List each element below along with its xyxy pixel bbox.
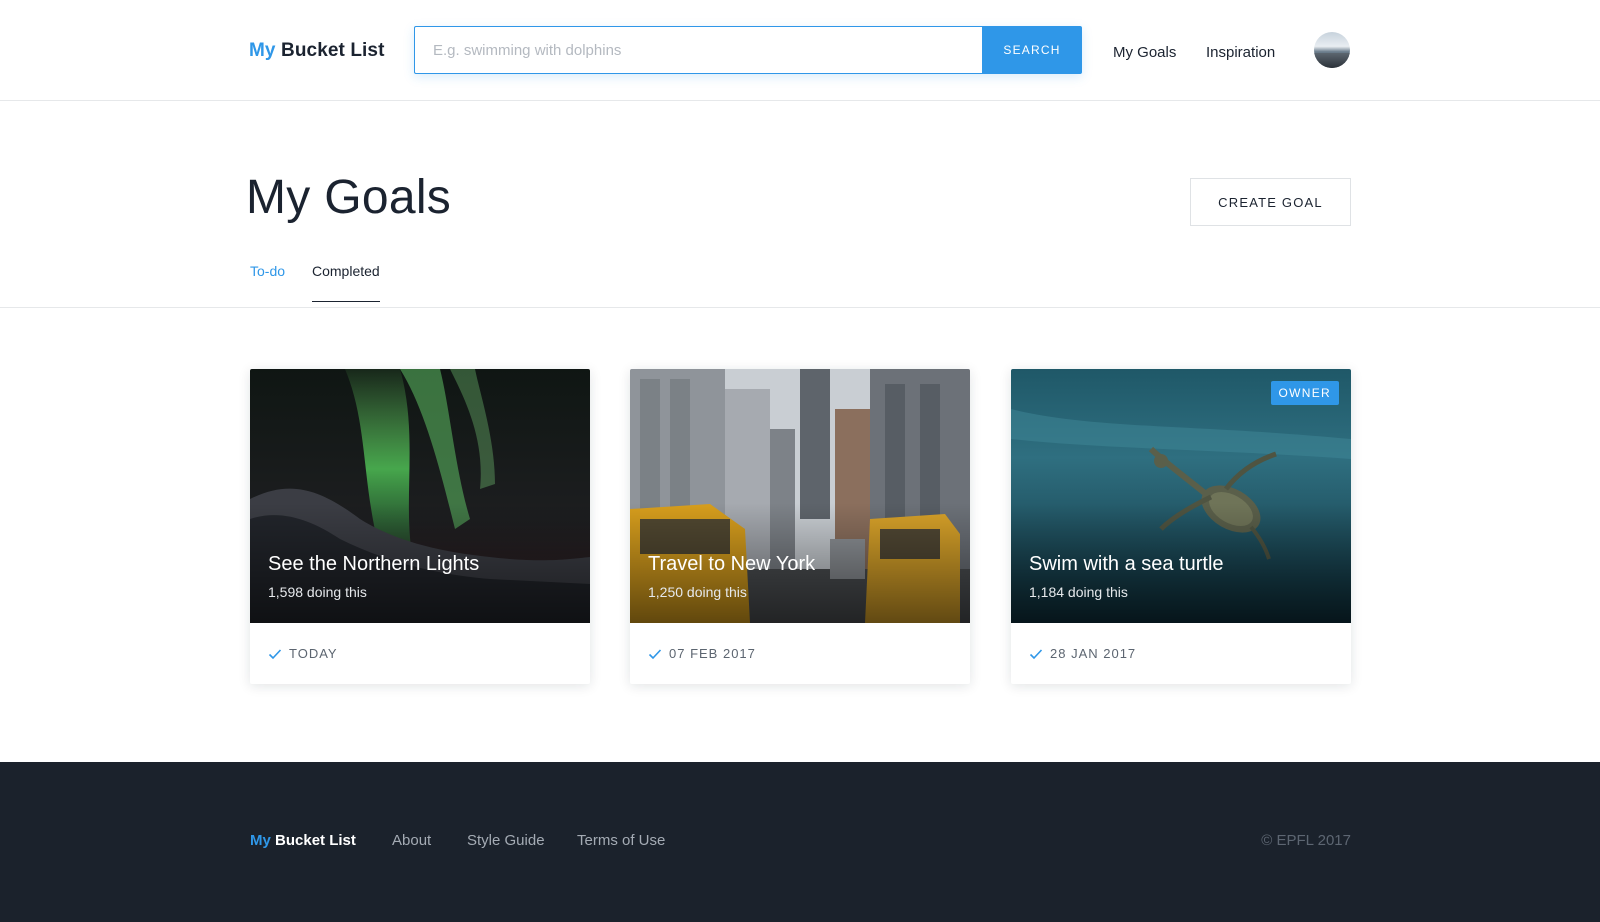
page-title: My Goals — [246, 171, 452, 224]
card-date: TODAY — [289, 646, 338, 661]
footer-logo-bucket-list: Bucket List — [275, 832, 356, 849]
card-footer: 07 FEB 2017 — [630, 623, 970, 684]
goal-card[interactable]: OWNER Swim with a sea turtle 1,184 doing… — [1011, 369, 1351, 684]
card-image: Travel to New York 1,250 doing this — [630, 369, 970, 623]
search-input[interactable] — [414, 26, 982, 74]
check-icon — [268, 648, 282, 659]
goal-tabs: To-do Completed — [0, 250, 1600, 308]
search-bar: SEARCH — [414, 26, 1082, 74]
nav-my-goals[interactable]: My Goals — [1113, 44, 1176, 61]
footer: My Bucket List About Style Guide Terms o… — [0, 762, 1600, 922]
tab-todo[interactable]: To-do — [250, 263, 285, 303]
card-count: 1,598 doing this — [268, 584, 367, 600]
nav-inspiration[interactable]: Inspiration — [1206, 44, 1275, 61]
goal-card[interactable]: Travel to New York 1,250 doing this 07 F… — [630, 369, 970, 684]
owner-badge: OWNER — [1270, 381, 1339, 405]
card-footer: TODAY — [250, 623, 590, 684]
card-title: Travel to New York — [648, 553, 816, 575]
card-image: See the Northern Lights 1,598 doing this — [250, 369, 590, 623]
tab-completed[interactable]: Completed — [312, 263, 380, 302]
check-icon — [1029, 648, 1043, 659]
card-date: 07 FEB 2017 — [669, 646, 756, 661]
footer-link-about[interactable]: About — [392, 832, 431, 849]
search-button[interactable]: SEARCH — [982, 26, 1082, 74]
card-date: 28 JAN 2017 — [1050, 646, 1137, 661]
card-count: 1,250 doing this — [648, 584, 747, 600]
create-goal-button[interactable]: CREATE GOAL — [1190, 178, 1351, 226]
logo-my: My — [249, 40, 276, 61]
footer-logo[interactable]: My Bucket List — [250, 832, 356, 849]
footer-link-terms[interactable]: Terms of Use — [577, 832, 665, 849]
top-header: My Bucket List SEARCH My Goals Inspirati… — [0, 0, 1600, 101]
goal-card[interactable]: See the Northern Lights 1,598 doing this… — [250, 369, 590, 684]
card-count: 1,184 doing this — [1029, 584, 1128, 600]
card-title: Swim with a sea turtle — [1029, 553, 1224, 575]
card-title: See the Northern Lights — [268, 553, 480, 575]
check-icon — [648, 648, 662, 659]
footer-link-style-guide[interactable]: Style Guide — [467, 832, 545, 849]
avatar-icon — [1314, 53, 1350, 68]
footer-logo-my: My — [250, 832, 271, 849]
card-footer: 28 JAN 2017 — [1011, 623, 1351, 684]
card-image: OWNER Swim with a sea turtle 1,184 doing… — [1011, 369, 1351, 623]
header-logo[interactable]: My Bucket List — [249, 40, 385, 62]
footer-copyright: © EPFL 2017 — [1261, 832, 1351, 849]
logo-bucket-list: Bucket List — [281, 40, 385, 61]
avatar[interactable] — [1314, 32, 1350, 68]
